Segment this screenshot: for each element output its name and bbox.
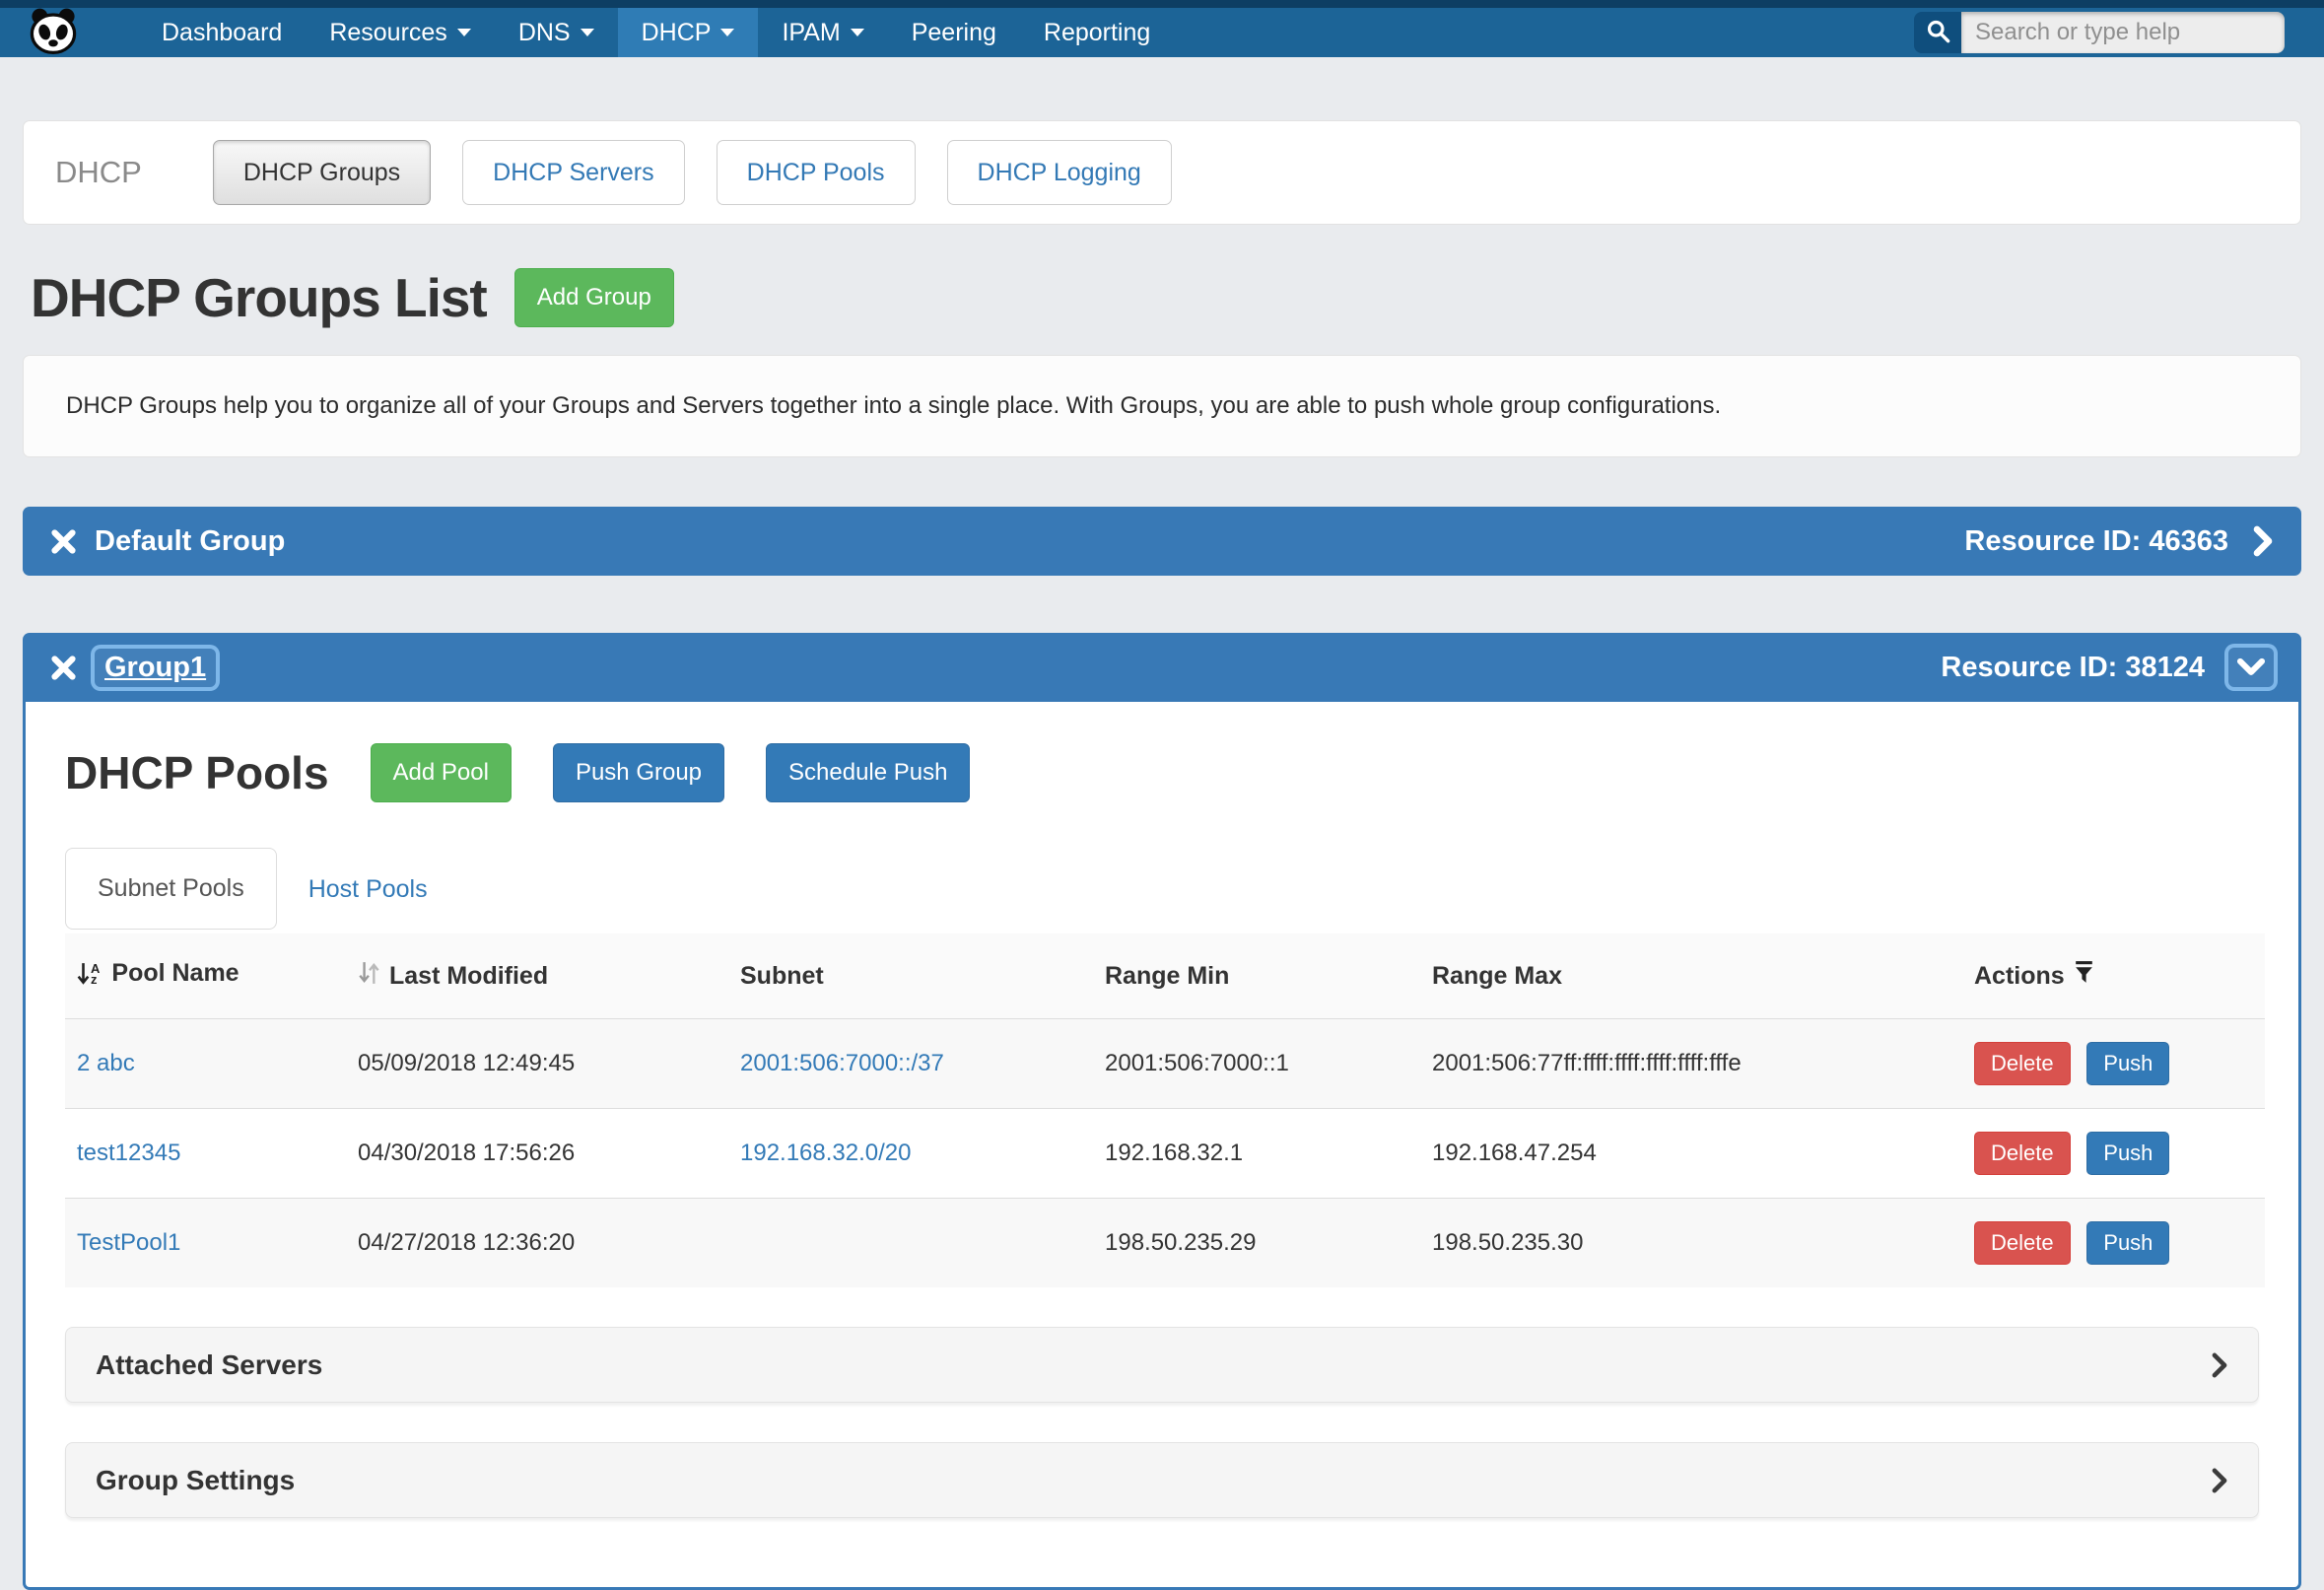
delete-button[interactable]: Delete	[1974, 1042, 2071, 1085]
group-section-group1: Group1 Resource ID: 38124 DHCP Pools Add…	[23, 633, 2301, 1590]
description-text: DHCP Groups help you to organize all of …	[66, 392, 2258, 420]
sort-updown-icon[interactable]	[358, 960, 381, 993]
attached-servers-panel[interactable]: Attached Servers	[65, 1327, 2259, 1403]
column-range-max: Range Max	[1420, 933, 1962, 1019]
brand-logo[interactable]	[28, 7, 79, 59]
caret-down-icon	[851, 29, 864, 36]
tab-dhcp-logging[interactable]: DHCP Logging	[947, 140, 1172, 205]
range-min-cell: 198.50.235.29	[1105, 1229, 1256, 1256]
chevron-right-icon	[2211, 1351, 2228, 1379]
chevron-right-icon	[2211, 1467, 2228, 1494]
delete-button[interactable]: Delete	[1974, 1132, 2071, 1175]
nav-item-dashboard[interactable]: Dashboard	[138, 8, 306, 57]
column-subnet: Subnet	[728, 933, 1093, 1019]
schedule-push-button[interactable]: Schedule Push	[766, 743, 970, 802]
group-bar-default-group[interactable]: Default Group Resource ID: 46363	[23, 507, 2301, 576]
add-pool-button[interactable]: Add Pool	[371, 743, 512, 802]
resource-id-label: Resource ID: 46363	[1964, 525, 2228, 558]
column-pool-name[interactable]: Az Pool Name	[65, 933, 346, 1019]
table-header-row: Az Pool Name	[65, 933, 2265, 1019]
range-max-cell: 2001:506:77ff:ffff:ffff:ffff:ffff:fffe	[1432, 1050, 1742, 1076]
main-menu: Dashboard Resources DNS DHCP IPAM Peerin…	[138, 8, 1174, 57]
range-max-cell: 192.168.47.254	[1432, 1140, 1597, 1166]
nav-item-peering[interactable]: Peering	[888, 8, 1020, 57]
caret-down-icon	[581, 29, 594, 36]
nav-item-dhcp[interactable]: DHCP	[618, 8, 759, 57]
add-group-button[interactable]: Add Group	[514, 268, 674, 327]
subnet-pools-table: Az Pool Name	[65, 933, 2265, 1287]
nav-item-ipam[interactable]: IPAM	[758, 8, 887, 57]
x-icon[interactable]	[50, 528, 77, 555]
table-row: TestPool1 04/27/2018 12:36:20 198.50.235…	[65, 1199, 2265, 1288]
tab-dhcp-servers[interactable]: DHCP Servers	[462, 140, 684, 205]
push-group-button[interactable]: Push Group	[553, 743, 724, 802]
range-max-cell: 198.50.235.30	[1432, 1229, 1583, 1256]
nav-item-reporting[interactable]: Reporting	[1020, 8, 1174, 57]
group-name: Default Group	[95, 525, 285, 558]
column-actions: Actions	[1962, 933, 2265, 1019]
group-bar-group1[interactable]: Group1 Resource ID: 38124	[23, 633, 2301, 702]
last-modified-cell: 04/27/2018 12:36:20	[358, 1229, 575, 1256]
pool-name-link[interactable]: 2 abc	[77, 1050, 135, 1076]
sort-alpha-asc-icon[interactable]: Az	[77, 962, 100, 986]
chevron-right-icon[interactable]	[2252, 525, 2274, 557]
x-icon[interactable]	[50, 655, 77, 681]
panel-label: Attached Servers	[96, 1349, 322, 1381]
dhcp-subnav-card: DHCP DHCP Groups DHCP Servers DHCP Pools…	[23, 120, 2301, 225]
subnet-link[interactable]: 2001:506:7000::/37	[740, 1050, 944, 1076]
group-name-link[interactable]: Group1	[95, 649, 216, 687]
push-button[interactable]: Push	[2086, 1132, 2169, 1175]
last-modified-cell: 05/09/2018 12:49:45	[358, 1050, 575, 1076]
nav-item-dns[interactable]: DNS	[495, 8, 618, 57]
pool-tabs: Subnet Pools Host Pools	[65, 848, 2259, 930]
column-last-modified[interactable]: Last Modified	[346, 933, 728, 1019]
caret-down-icon	[720, 29, 734, 36]
tab-host-pools[interactable]: Host Pools	[277, 850, 459, 930]
table-row: 2 abc 05/09/2018 12:49:45 2001:506:7000:…	[65, 1019, 2265, 1109]
push-button[interactable]: Push	[2086, 1221, 2169, 1265]
tab-subnet-pools[interactable]: Subnet Pools	[65, 848, 277, 930]
filter-funnel-icon[interactable]	[2073, 959, 2095, 993]
main-navbar: Dashboard Resources DNS DHCP IPAM Peerin…	[0, 8, 2324, 57]
range-min-cell: 192.168.32.1	[1105, 1140, 1243, 1166]
last-modified-cell: 04/30/2018 17:56:26	[358, 1140, 575, 1166]
search-input[interactable]	[1961, 12, 2285, 53]
resource-id-label: Resource ID: 38124	[1941, 652, 2205, 684]
pool-name-link[interactable]: test12345	[77, 1140, 180, 1166]
search-icon	[1925, 18, 1951, 47]
table-row: test12345 04/30/2018 17:56:26 192.168.32…	[65, 1109, 2265, 1199]
page-heading-row: DHCP Groups List Add Group	[31, 266, 2301, 329]
nav-item-resources[interactable]: Resources	[306, 8, 495, 57]
pool-name-link[interactable]: TestPool1	[77, 1229, 180, 1256]
chevron-down-icon[interactable]	[2228, 648, 2274, 687]
push-button[interactable]: Push	[2086, 1042, 2169, 1085]
delete-button[interactable]: Delete	[1974, 1221, 2071, 1265]
description-card: DHCP Groups help you to organize all of …	[23, 355, 2301, 457]
panda-icon	[28, 7, 79, 59]
range-min-cell: 2001:506:7000::1	[1105, 1050, 1289, 1076]
section-label: DHCP	[55, 155, 142, 190]
pools-heading-row: DHCP Pools Add Pool Push Group Schedule …	[65, 743, 2259, 802]
tab-dhcp-groups[interactable]: DHCP Groups	[213, 140, 431, 205]
subnet-link[interactable]: 192.168.32.0/20	[740, 1140, 912, 1166]
search-button[interactable]	[1914, 12, 1961, 53]
panel-label: Group Settings	[96, 1465, 295, 1496]
pools-heading: DHCP Pools	[65, 746, 329, 799]
navbar-search	[1914, 12, 2285, 53]
column-range-min: Range Min	[1093, 933, 1420, 1019]
group-settings-panel[interactable]: Group Settings	[65, 1442, 2259, 1518]
group-detail-panel: DHCP Pools Add Pool Push Group Schedule …	[23, 702, 2301, 1590]
page-title: DHCP Groups List	[31, 266, 487, 329]
tab-dhcp-pools[interactable]: DHCP Pools	[717, 140, 916, 205]
top-stripe	[0, 0, 2324, 8]
caret-down-icon	[457, 29, 471, 36]
